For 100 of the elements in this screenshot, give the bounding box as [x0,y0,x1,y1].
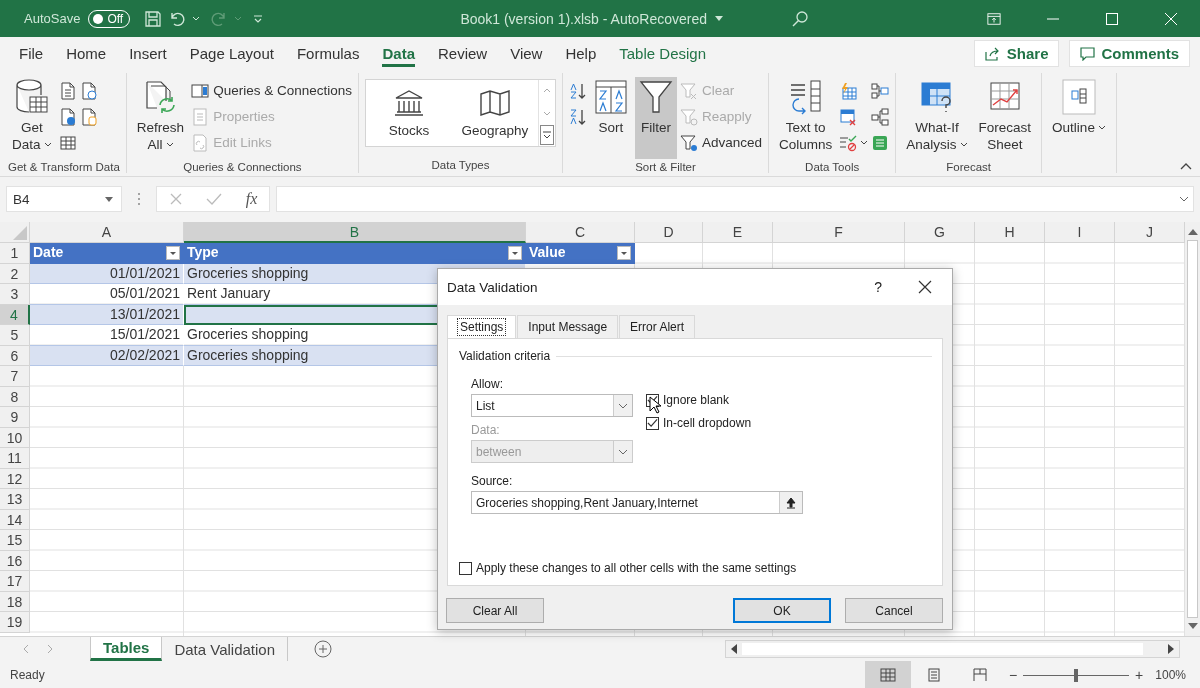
maximize-icon[interactable] [1105,11,1119,26]
ribbon-tab[interactable]: Help [554,39,608,68]
filter-dropdown-icon[interactable] [508,245,522,260]
close-icon[interactable] [918,280,932,294]
forecast-button[interactable]: Forecast Sheet [974,77,1036,159]
ribbon-button[interactable]: Queries & Connections [191,79,352,102]
row-header[interactable]: 6 [0,345,30,366]
drag-handle-icon[interactable] [137,192,141,206]
filter-dropdown-icon[interactable] [617,245,631,260]
normal-view-button[interactable] [864,661,911,688]
row-header[interactable]: 7 [0,366,30,387]
zoom-out-button[interactable]: − [1008,667,1018,683]
ribbon-tab[interactable]: Home [55,39,118,68]
ribbon-tab[interactable]: Formulas [285,39,371,68]
row-header[interactable]: 3 [0,284,30,305]
caret-icon[interactable] [192,15,201,22]
column-header[interactable]: I [1045,222,1115,243]
save-icon[interactable] [144,9,163,28]
filter-dropdown-icon[interactable] [166,245,180,260]
column-header[interactable]: A [30,222,184,243]
cancel-button[interactable]: Cancel [845,598,943,623]
vertical-scrollbar[interactable] [1185,222,1200,636]
ribbon-tab[interactable]: Data [371,39,426,68]
checkbox-label[interactable]: Ignore blank [663,393,730,407]
document-button[interactable] [58,79,77,102]
caret-icon[interactable] [715,15,724,22]
zoom-level[interactable]: 100% [1155,668,1186,682]
ribbon-tab[interactable]: Insert [118,39,178,68]
checkbox-label[interactable]: In-cell dropdown [663,416,752,430]
text-to-columns-button[interactable]: Text to Columns [775,77,837,159]
row-header[interactable]: 11 [0,448,30,469]
refresh-button[interactable]: Refresh All [132,77,189,159]
row-header[interactable]: 15 [0,530,30,551]
row-header[interactable]: 12 [0,468,30,489]
dialog-tab[interactable]: Settings [447,315,517,338]
filter-button[interactable]: Filter [634,77,677,159]
checkbox[interactable] [646,416,659,430]
row-header[interactable]: 1 [0,243,30,264]
clear-all-button[interactable]: Clear All [446,598,544,623]
outline-button[interactable]: Outline [1048,77,1110,159]
scroll-left-icon[interactable] [730,644,738,654]
ribbon-display-icon[interactable] [987,11,1001,26]
column-header[interactable]: G [905,222,975,243]
zoom-slider-thumb[interactable] [1074,668,1079,682]
checkbox-label[interactable]: Apply these changes to all other cells with the same settings [476,561,797,575]
scroll-down-icon[interactable] [1187,622,1198,630]
comments-button[interactable]: Comments [1069,40,1190,67]
column-header[interactable]: F [773,222,905,243]
help-button[interactable]: ? [874,279,882,295]
dialog-tab[interactable]: Error Alert [619,315,696,338]
row-header[interactable]: 5 [0,325,30,346]
insert-function-button[interactable]: fx [245,190,258,208]
source-field[interactable]: Groceries shopping,Rent January,Internet [471,491,803,514]
row-header[interactable]: 19 [0,612,30,633]
collapse-ribbon-icon[interactable] [1180,162,1192,170]
stocks-button[interactable]: Stocks [365,80,452,146]
row-header[interactable]: 2 [0,263,30,284]
ribbon-tab[interactable]: Review [427,39,499,68]
sheet-tab[interactable]: Data Validation [162,637,289,661]
sheet-tab[interactable]: Tables [90,637,163,661]
share-button[interactable]: Share [973,40,1060,67]
scroll-right-icon[interactable] [1167,644,1175,654]
column-header[interactable]: C [526,222,635,243]
geography-button[interactable]: Geography [451,80,538,146]
collapse-dialog-icon[interactable] [786,496,796,509]
row-header[interactable]: 13 [0,489,30,510]
what-if-button[interactable]: What-If Analysis [902,77,972,159]
formula-input[interactable] [276,186,1194,212]
checkbox[interactable] [459,561,472,575]
get-data-button[interactable]: Get Data [8,77,56,159]
relationships-button[interactable] [871,105,890,128]
column-header[interactable]: D [635,222,703,243]
row-header[interactable]: 18 [0,591,30,612]
ok-button[interactable]: OK [733,598,831,623]
add-sheet-icon[interactable] [314,640,333,658]
ribbon-button[interactable]: Advanced [679,131,762,154]
web-document-button[interactable] [58,105,77,128]
row-header[interactable]: 17 [0,571,30,592]
ribbon-tab[interactable]: Page Layout [178,39,285,68]
column-header[interactable]: J [1115,222,1185,243]
column-header[interactable]: E [703,222,773,243]
sort-button[interactable]: Sort [589,77,632,159]
dialog-tab[interactable]: Input Message [517,315,619,338]
ribbon-tab[interactable]: Table Design [608,39,717,68]
more-icon[interactable] [539,125,554,145]
customize-icon[interactable] [252,12,265,25]
zoom-in-button[interactable]: + [1135,667,1144,683]
ribbon-tab[interactable]: File [8,39,55,68]
allow-dropdown[interactable]: List [471,394,633,417]
row-header[interactable]: 14 [0,509,30,530]
row-header[interactable]: 8 [0,386,30,407]
horizontal-scrollbar[interactable] [725,640,1180,658]
row-header[interactable]: 9 [0,407,30,428]
search-icon[interactable] [791,9,810,28]
row-header[interactable]: 4 [0,304,30,325]
column-header[interactable]: H [975,222,1045,243]
column-header[interactable]: B [184,222,526,243]
ribbon-tab[interactable]: View [499,39,554,68]
database-document-button[interactable] [79,105,98,128]
clock-document-button[interactable] [79,79,98,102]
